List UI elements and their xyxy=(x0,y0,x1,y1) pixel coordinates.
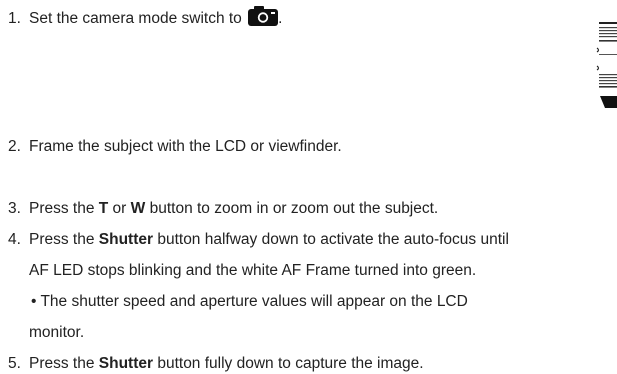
step-text-pre: Press the xyxy=(29,231,99,248)
step-text: Set the camera mode switch to xyxy=(29,10,242,27)
step-3: 3. Press the T or W button to zoom in or … xyxy=(8,199,438,219)
step-bold-t: T xyxy=(98,200,109,217)
step-bold-w: W xyxy=(130,200,146,217)
step-text: Frame the subject with the LCD or viewfi… xyxy=(29,138,342,155)
camera-icon xyxy=(248,6,279,32)
step-number: 4. xyxy=(8,231,21,248)
step-number: 1. xyxy=(8,10,21,27)
step-suffix: . xyxy=(278,10,283,27)
step-text-post: button to zoom in or zoom out the subjec… xyxy=(145,200,439,217)
step-4: 4. Press the Shutter button halfway down … xyxy=(8,230,509,250)
step-text-pre: Press the xyxy=(29,355,99,372)
step-4-bullet-continuation: monitor. xyxy=(29,324,85,341)
step-1: 1. Set the camera mode switch to . xyxy=(8,6,282,32)
step-text-post: button halfway down to activate the auto… xyxy=(153,231,509,248)
step-bold-shutter: Shutter xyxy=(98,231,154,248)
mode-dial-icon xyxy=(596,16,617,108)
step-5: 5. Press the Shutter button fully down to… xyxy=(8,354,424,374)
step-bold-shutter: Shutter xyxy=(98,355,154,372)
step-4-bullet: • The shutter speed and aperture values … xyxy=(31,293,468,310)
step-4-continuation: AF LED stops blinking and the white AF F… xyxy=(29,262,477,279)
step-2: 2. Frame the subject with the LCD or view… xyxy=(8,137,342,157)
step-text-mid: or xyxy=(108,200,131,217)
step-number: 5. xyxy=(8,355,21,372)
step-number: 2. xyxy=(8,138,21,155)
step-number: 3. xyxy=(8,200,21,217)
step-text-pre: Press the xyxy=(29,200,99,217)
step-text-post: button fully down to capture the image. xyxy=(153,355,424,372)
